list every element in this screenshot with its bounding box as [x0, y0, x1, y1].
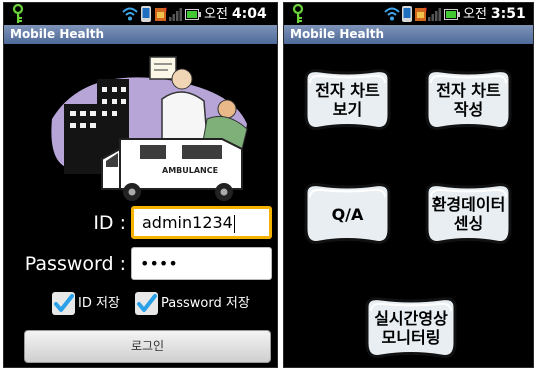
qa-label: Q/A	[331, 204, 364, 224]
clock: 오전 4:04	[204, 5, 267, 24]
clock-ampm: 오전	[204, 7, 228, 22]
save-id-label: ID 저장	[78, 296, 120, 311]
realtime-video-button[interactable]: 실시간영상 모니터링	[361, 293, 461, 363]
battery-icon	[444, 9, 460, 20]
password-label: Password :	[24, 253, 126, 275]
env-sensing-label: 환경데이터 센싱	[431, 195, 506, 233]
id-label: ID :	[93, 212, 126, 234]
view-chart-label: 전자 차트 보기	[315, 81, 380, 119]
status-bar: x 오전4:04	[4, 3, 277, 25]
env-sensing-button[interactable]: 환경데이터 센싱	[421, 179, 516, 249]
wifi-icon	[122, 7, 138, 21]
ambulance-graphic: AMBULANCE	[101, 138, 243, 201]
qa-button[interactable]: Q/A	[300, 179, 395, 249]
login-screen: x 오전4:04 Mobile Health	[3, 2, 278, 368]
key-icon	[292, 4, 304, 23]
wifi-icon	[384, 7, 400, 21]
clock: 오전 3:51	[463, 5, 526, 24]
write-chart-label: 전자 차트 작성	[436, 81, 501, 119]
check-icon	[137, 294, 157, 312]
phone-icon	[141, 6, 151, 22]
battery-icon	[185, 9, 201, 20]
clock-ampm: 오전	[463, 7, 487, 22]
phone-icon	[402, 6, 412, 22]
app-title: Mobile Health	[284, 25, 533, 44]
save-password-checkbox[interactable]	[135, 292, 158, 315]
id-input-value: admin1234	[142, 213, 233, 232]
password-input[interactable]: ••••	[131, 247, 272, 280]
menu-screen: x 오전3:51 Mobile Health 전자 차트 보기	[283, 2, 534, 368]
key-icon	[12, 4, 24, 23]
clock-time: 4:04	[231, 6, 267, 22]
id-input[interactable]: admin1234	[131, 206, 272, 239]
password-input-value: ••••	[140, 254, 178, 273]
login-button[interactable]: 로그인	[24, 330, 271, 363]
write-chart-button[interactable]: 전자 차트 작성	[421, 65, 516, 135]
svg-text:x: x	[424, 7, 427, 13]
signal-icon	[169, 8, 182, 21]
text-cursor	[233, 214, 235, 233]
app-title: Mobile Health	[4, 25, 277, 44]
sim-icon: x	[415, 7, 427, 21]
save-password-label: Password 저장	[161, 296, 250, 311]
medical-illustration: AMBULANCE	[51, 56, 248, 201]
view-chart-button[interactable]: 전자 차트 보기	[300, 65, 395, 135]
signal-icon	[428, 8, 441, 21]
svg-text:x: x	[164, 7, 167, 13]
status-bar: x 오전3:51	[284, 3, 533, 25]
ambulance-text: AMBULANCE	[162, 166, 218, 175]
realtime-video-label: 실시간영상 모니터링	[374, 309, 448, 347]
save-id-checkbox[interactable]	[52, 292, 75, 315]
clock-time: 3:51	[490, 6, 526, 22]
sim-icon: x	[155, 7, 167, 21]
check-icon	[54, 294, 74, 312]
